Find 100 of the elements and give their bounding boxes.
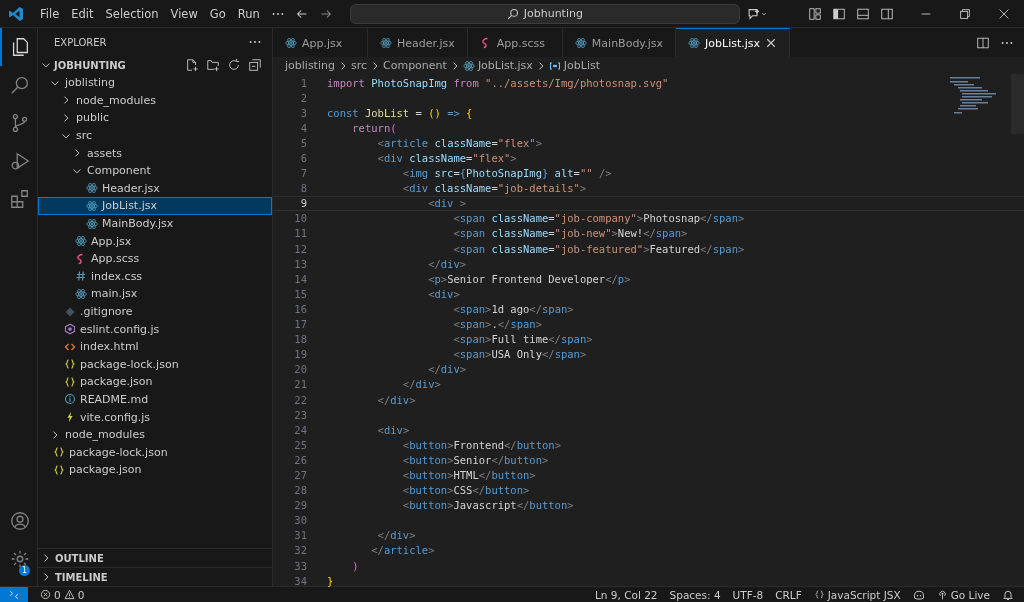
react-icon [86,217,98,230]
status-item[interactable]: Ln 9, Col 22 [594,588,658,601]
braces-icon [64,375,76,388]
breadcrumb-item[interactable]: src [350,59,367,72]
explorer-entry[interactable]: package-lock.json [38,443,272,462]
line-number: 20 [293,363,307,376]
line-number: 28 [293,484,307,497]
refresh-icon[interactable] [227,58,241,72]
code-line: <span className="job-company">Photosnap</span> [452,212,745,225]
react-icon [380,37,392,49]
explorer-entry[interactable]: README.md [38,390,272,409]
search-icon [506,7,519,20]
line-number: 12 [293,242,307,255]
menu-item[interactable]: File [36,4,64,23]
explorer-entry[interactable]: package.json [38,373,272,391]
line-number: 16 [293,302,307,315]
editor-tab[interactable]: Header.jsx [368,28,468,57]
bell-icon[interactable] [1002,588,1014,601]
code-line: <div> [376,423,410,436]
folder-item[interactable]: public [38,109,272,127]
line-number: 8 [299,182,307,195]
folder-item[interactable]: src [38,126,272,145]
react-icon [86,199,98,212]
breadcrumb-item[interactable]: JobList.jsx [462,59,533,72]
collapse-all-icon[interactable] [248,58,262,72]
folder-item[interactable]: joblisting [38,74,272,92]
braces-icon [813,589,825,600]
menu-item[interactable]: View [166,4,202,23]
editor-tab[interactable]: App.jsx [273,28,368,57]
command-search-field[interactable]: Jobhunting [349,3,740,24]
folder-item[interactable]: Component [38,161,272,180]
panel-toggle-icon[interactable] [856,6,870,21]
editor-tab[interactable]: JobList.jsx [676,28,791,57]
status-item[interactable]: Spaces: 4 [669,588,721,601]
hash-icon [75,270,87,283]
line-number: 26 [293,453,307,466]
problems-status[interactable]: 0 0 [40,588,85,601]
line-number: 30 [293,514,307,527]
explorer-entry[interactable]: package.json [38,461,272,479]
explorer-entry[interactable]: index.css [38,267,272,286]
menu-item[interactable]: Run [233,4,264,23]
explorer-entry[interactable]: .gitignore [38,302,272,321]
folder-item[interactable]: assets [38,144,272,162]
code-line: <span>Full time</span> [452,333,593,346]
explorer-entry[interactable]: vite.config.js [38,408,272,426]
line-number: 17 [293,318,307,331]
warning-icon [63,589,75,600]
react-icon [285,37,297,49]
react-icon [688,37,701,49]
line-number: 3 [299,106,307,119]
workspace-header[interactable]: JOBHUNTING [38,56,272,74]
close-icon[interactable] [765,37,778,49]
explorer-entry[interactable]: MainBody.jsx [38,214,272,233]
secondary-sidebar-icon[interactable] [880,6,894,21]
split-editor-icon[interactable] [976,35,990,50]
status-item[interactable]: UTF-8 [732,588,764,601]
explorer-entry[interactable]: main.jsx [38,285,272,303]
line-number: 4 [299,121,307,134]
line-number: 18 [293,333,307,346]
editor-tab[interactable]: App.scss [467,28,563,57]
line-number: 25 [293,438,307,451]
new-folder-icon[interactable] [206,58,220,72]
remote-icon[interactable] [0,586,28,602]
explorer-entry[interactable]: App.scss [38,249,272,268]
go-live-button[interactable]: Go Live [936,588,990,601]
menu-item[interactable]: Selection [101,4,163,23]
layout-icon[interactable] [808,6,822,21]
line-number: 6 [299,152,307,164]
status-item[interactable]: CRLF [775,588,802,601]
breadcrumb-item[interactable]: Component [383,59,447,72]
code-line: <div className="flex"> [376,152,517,164]
explorer-entry[interactable]: eslint.config.js [38,320,272,338]
explorer-entry[interactable]: package-lock.json [38,355,272,374]
menu-item[interactable]: Edit [67,4,98,23]
line-number: 23 [293,408,307,421]
copilot-icon[interactable] [912,588,925,601]
code-line: <span>.</span> [452,318,542,331]
sidebar-toggle-icon[interactable] [832,6,846,21]
braces-icon [53,446,65,459]
folder-item[interactable]: node_modules [38,91,272,110]
line-number: 1 [299,76,307,89]
section-header[interactable]: OUTLINE [38,548,272,567]
explorer-entry[interactable]: index.html [38,337,272,356]
menu-item[interactable]: Go [205,4,230,23]
line-number: 22 [293,393,307,406]
breadcrumb-item[interactable]: joblisting [285,59,335,72]
language-status[interactable]: JavaScript JSX [813,588,901,601]
explorer-entry[interactable]: JobList.jsx [38,197,272,215]
react-icon [86,182,98,195]
explorer-entry[interactable]: Header.jsx [38,179,272,198]
react-icon [462,59,475,72]
explorer-entry[interactable]: App.jsx [38,232,272,250]
code-line: <span>USA Only</span> [452,348,587,361]
new-file-icon[interactable] [185,58,199,72]
restore-icon[interactable] [958,6,972,21]
chat-sparkle-icon[interactable] [746,6,767,21]
folder-item[interactable]: node_modules [38,425,272,444]
breadcrumb-item[interactable]: JobList [548,59,601,72]
line-number: 24 [293,423,307,436]
line-number: 9 [299,197,307,210]
